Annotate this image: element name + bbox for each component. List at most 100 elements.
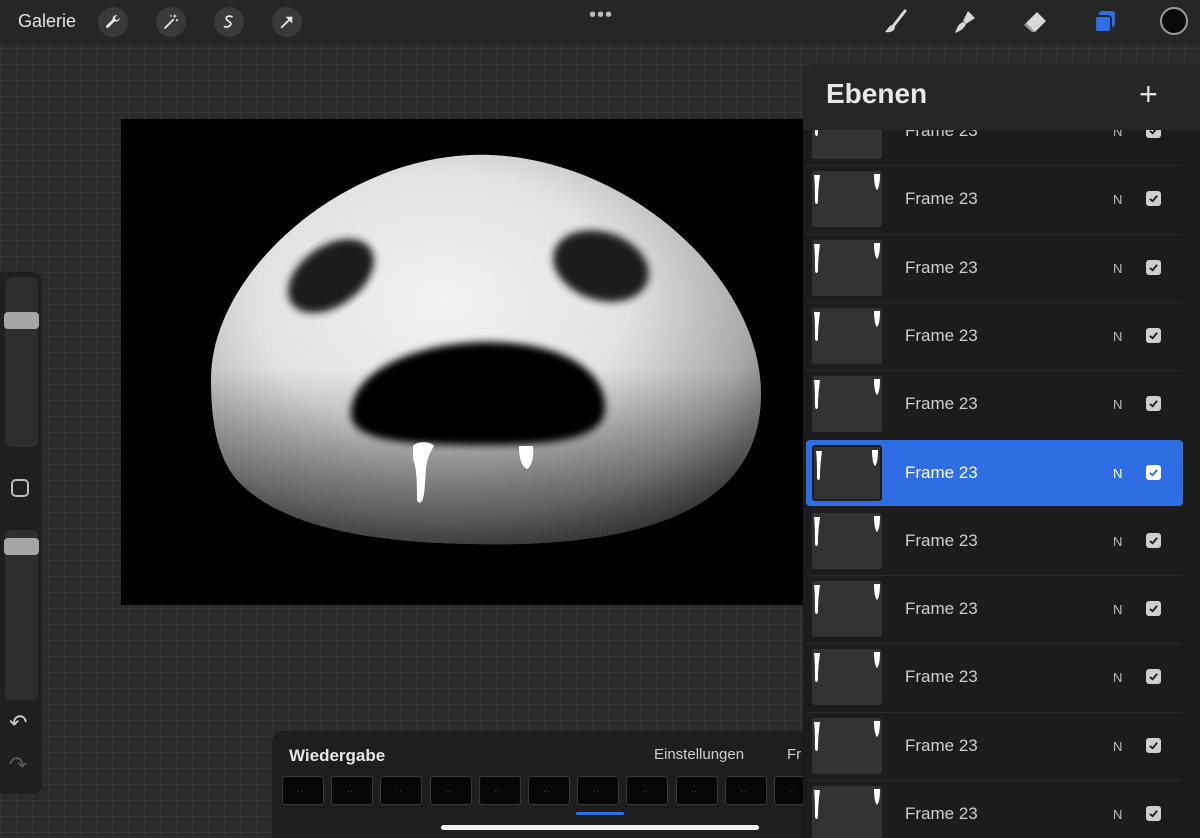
layer-name: Frame 23: [905, 804, 978, 823]
settings-button[interactable]: Einstellungen: [654, 746, 744, 763]
checkmark-icon: [1149, 741, 1158, 750]
smudge-icon[interactable]: [950, 7, 980, 37]
layer-separator: [806, 233, 1183, 235]
more-options-icon[interactable]: •••: [589, 4, 613, 27]
layer-name: Frame 23: [905, 599, 978, 619]
layer-thumbnail: [812, 786, 882, 838]
layer-separator: [806, 301, 1183, 303]
checkmark-icon: [1149, 263, 1158, 272]
blend-mode-button[interactable]: N: [1113, 329, 1122, 344]
blend-mode-button[interactable]: N: [1113, 397, 1122, 412]
checkmark-icon: [1149, 195, 1158, 203]
layers-icon[interactable]: [1090, 7, 1120, 37]
color-icon[interactable]: [1160, 7, 1188, 35]
frame-thumbnail[interactable]: [380, 776, 423, 805]
layer-name: Frame 23: [905, 257, 978, 277]
add-layer-button[interactable]: +: [1139, 78, 1158, 110]
brush-size-thumb[interactable]: [4, 312, 39, 330]
frame-thumbnail[interactable]: [626, 776, 669, 805]
layer-row[interactable]: Frame 23 N: [806, 713, 1183, 779]
layer-row-selected[interactable]: Frame 23 N: [806, 439, 1183, 506]
frame-thumbnail[interactable]: [675, 776, 718, 805]
home-indicator: [441, 825, 759, 830]
opacity-thumb[interactable]: [4, 537, 39, 555]
selection-icon[interactable]: [214, 7, 244, 37]
layer-visibility-checkbox[interactable]: [1146, 259, 1161, 275]
opacity-slider[interactable]: [5, 530, 38, 700]
blend-mode-button[interactable]: N: [1113, 602, 1122, 617]
layer-thumbnail: [812, 376, 882, 433]
layer-separator: [806, 643, 1183, 645]
transform-arrow-icon[interactable]: [272, 7, 302, 37]
frame-thumbnail[interactable]: [331, 776, 374, 805]
layer-name: Frame 23: [905, 667, 978, 687]
blend-mode-button[interactable]: N: [1113, 534, 1122, 549]
layer-visibility-checkbox[interactable]: [1146, 464, 1161, 480]
blend-mode-button[interactable]: N: [1113, 670, 1122, 685]
animation-assist-bar: Wiedergabe Einstellungen Fr: [272, 731, 803, 838]
layer-separator: [806, 575, 1183, 577]
frame-thumbnail[interactable]: [282, 776, 324, 805]
blend-mode-button[interactable]: N: [1113, 261, 1122, 276]
checkmark-icon: [1149, 673, 1158, 681]
layer-row[interactable]: Frame 23 N: [806, 576, 1183, 642]
blend-mode-button[interactable]: N: [1113, 192, 1122, 207]
layer-separator: [806, 780, 1183, 781]
redo-icon[interactable]: ↷: [9, 752, 27, 778]
layer-visibility-checkbox[interactable]: [1146, 806, 1161, 821]
brush-icon[interactable]: [880, 7, 910, 37]
layer-name: Frame 23: [905, 735, 978, 755]
eraser-icon[interactable]: [1020, 7, 1050, 37]
frame-thumbnail[interactable]: [429, 776, 472, 805]
layer-separator: [806, 370, 1183, 372]
layer-thumbnail: [812, 307, 882, 364]
layer-separator: [806, 165, 1183, 167]
left-sidebar: ↶ ↷: [0, 272, 42, 794]
magic-wand-icon[interactable]: [156, 7, 186, 37]
layers-title: Ebenen: [826, 78, 928, 109]
blend-mode-button[interactable]: N: [1113, 466, 1122, 481]
layer-name: Frame 23: [905, 530, 978, 550]
layer-visibility-checkbox[interactable]: [1146, 532, 1161, 548]
layer-thumbnail: [812, 239, 882, 296]
modify-button[interactable]: [11, 479, 29, 497]
blend-mode-button[interactable]: N: [1113, 807, 1122, 822]
layer-row[interactable]: Frame 23 N: [806, 371, 1183, 437]
gallery-button[interactable]: Galerie: [18, 11, 76, 32]
layer-visibility-checkbox[interactable]: [1146, 737, 1161, 753]
frame-thumbnail[interactable]: [528, 776, 570, 805]
layer-visibility-checkbox[interactable]: [1146, 191, 1161, 207]
layer-row[interactable]: Frame 23 N: [806, 781, 1183, 838]
layer-visibility-checkbox[interactable]: [1146, 601, 1161, 617]
drawing-canvas[interactable]: [121, 119, 805, 605]
frame-thumbnail[interactable]: [774, 776, 803, 805]
layer-row[interactable]: Frame 23 N: [806, 644, 1183, 710]
layer-thumbnail: [812, 717, 882, 774]
frame-thumbnail[interactable]: [478, 776, 521, 805]
checkmark-icon: [1149, 332, 1158, 340]
layer-name: Frame 23: [905, 189, 978, 209]
layer-visibility-checkbox[interactable]: [1146, 669, 1161, 685]
checkmark-icon: [1149, 605, 1158, 613]
frame-thumbnail[interactable]: [724, 776, 767, 805]
wrench-icon[interactable]: [98, 7, 128, 37]
add-frame-button[interactable]: Fr: [787, 746, 801, 763]
layer-separator: [806, 711, 1183, 713]
layer-thumbnail: [812, 581, 882, 638]
checkmark-icon: [1149, 810, 1158, 818]
undo-icon[interactable]: ↶: [9, 710, 27, 736]
layer-visibility-checkbox[interactable]: [1146, 396, 1161, 412]
layer-visibility-checkbox[interactable]: [1146, 327, 1161, 343]
frame-thumbnail[interactable]: [577, 776, 620, 805]
ghost-drawing: [211, 154, 761, 545]
playback-button[interactable]: Wiedergabe: [289, 746, 385, 766]
blend-mode-button[interactable]: N: [1113, 739, 1122, 754]
layer-row[interactable]: Frame 23 N: [806, 303, 1183, 369]
layer-name: Frame 23: [905, 325, 978, 345]
layer-row[interactable]: Frame 23 N: [806, 235, 1183, 301]
layer-row[interactable]: Frame 23 N: [806, 508, 1183, 574]
layer-thumbnail: [812, 444, 882, 501]
layer-name: Frame 23: [905, 394, 978, 414]
layer-row[interactable]: Frame 23 N: [806, 166, 1183, 232]
brush-size-slider[interactable]: [5, 277, 38, 447]
